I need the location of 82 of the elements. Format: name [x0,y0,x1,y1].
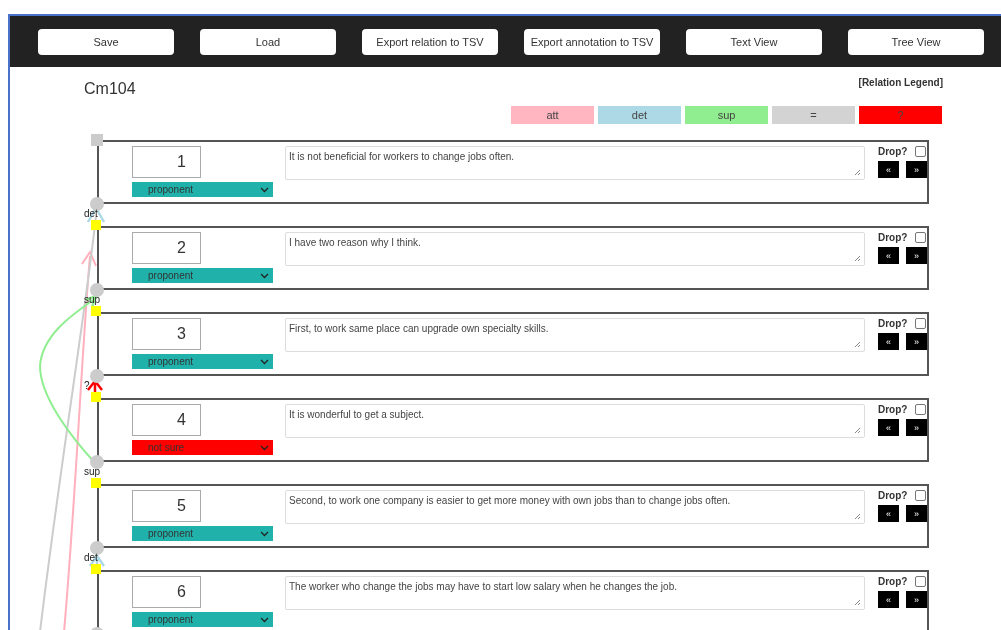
chevron-down-icon [260,272,269,279]
root-marker[interactable] [91,134,103,146]
drop-label: Drop? [878,318,908,329]
toolbar-button[interactable]: Export annotation to TSV [524,28,660,55]
stance-dropdown[interactable]: proponent [132,268,273,283]
legend-chip: ? [859,106,942,124]
relation-label: sup [84,466,101,477]
toolbar-button[interactable]: Tree View [848,28,984,55]
chevron-down-icon [260,616,269,623]
toolbar-button[interactable]: Text View [686,28,822,55]
unit-number: 6 [132,576,201,608]
link-handle[interactable] [90,541,104,555]
resize-grip-icon [854,427,861,434]
next-button[interactable]: » [906,247,927,264]
next-button[interactable]: » [906,333,927,350]
unit-text-area[interactable]: It is wonderful to get a subject. [285,404,865,438]
drop-label: Drop? [878,146,908,157]
stance-dropdown[interactable]: proponent [132,354,273,369]
drop-label: Drop? [878,576,908,587]
resize-grip-icon [854,255,861,262]
prev-button[interactable]: « [878,505,899,522]
resize-grip-icon [854,599,861,606]
drop-label: Drop? [878,490,908,501]
anchor-marker[interactable] [91,306,101,316]
relation-label: det [84,208,98,219]
stance-dropdown[interactable]: proponent [132,526,273,541]
prev-button[interactable]: « [878,161,899,178]
unit-text-area[interactable]: I have two reason why I think. [285,232,865,266]
legend-chip: att [511,106,594,124]
unit-text-area[interactable]: First, to work same place can upgrade own specialty skills. [285,318,865,352]
prev-button[interactable]: « [878,419,899,436]
resize-grip-icon [854,513,861,520]
chevron-down-icon [260,358,269,365]
next-button[interactable]: » [906,419,927,436]
legend-chip: det [598,106,681,124]
drop-checkbox[interactable] [915,146,927,157]
next-button[interactable]: » [906,591,927,608]
anchor-marker[interactable] [91,392,101,402]
anchor-marker[interactable] [91,220,101,230]
drop-checkbox[interactable] [915,232,927,243]
relation-label: det [84,552,98,563]
resize-grip-icon [854,341,861,348]
unit-text-area[interactable]: It is not beneficial for workers to change jobs often. [285,146,865,180]
toolbar-button[interactable]: Save [38,28,174,55]
unit-number: 5 [132,490,201,522]
next-button[interactable]: » [906,505,927,522]
drop-checkbox[interactable] [915,576,927,587]
relation-label: sup [84,294,101,305]
unit-number: 3 [132,318,201,350]
stance-dropdown[interactable]: proponent [132,182,273,197]
chevron-down-icon [260,186,269,193]
resize-grip-icon [854,169,861,176]
link-handle[interactable] [90,283,104,297]
unit-text-area[interactable]: Second, to work one company is easier to get more money with own jobs than to change jobs often. [285,490,865,524]
drop-checkbox[interactable] [915,404,927,415]
anchor-marker[interactable] [91,564,101,574]
link-handle[interactable] [90,455,104,469]
legend-chip: sup [685,106,768,124]
legend-chip: = [772,106,855,124]
document-title: Cm104 [84,80,136,99]
toolbar-button[interactable]: Load [200,28,336,55]
drop-label: Drop? [878,404,908,415]
unit-number: 4 [132,404,201,436]
link-handle[interactable] [90,369,104,383]
prev-button[interactable]: « [878,333,899,350]
toolbar-button[interactable]: Export relation to TSV [362,28,498,55]
drop-label: Drop? [878,232,908,243]
next-button[interactable]: » [906,161,927,178]
relation-label: ? [84,380,90,391]
legend-title: [Relation Legend] [858,77,943,90]
prev-button[interactable]: « [878,591,899,608]
unit-text-area[interactable]: The worker who change the jobs may have to start low salary when he changes the job. [285,576,865,610]
chevron-down-icon [260,444,269,451]
link-handle[interactable] [90,197,104,211]
stance-dropdown[interactable]: proponent [132,612,273,627]
drop-checkbox[interactable] [915,318,927,329]
unit-number: 2 [132,232,201,264]
chevron-down-icon [260,530,269,537]
drop-checkbox[interactable] [915,490,927,501]
anchor-marker[interactable] [91,478,101,488]
prev-button[interactable]: « [878,247,899,264]
unit-number: 1 [132,146,201,178]
